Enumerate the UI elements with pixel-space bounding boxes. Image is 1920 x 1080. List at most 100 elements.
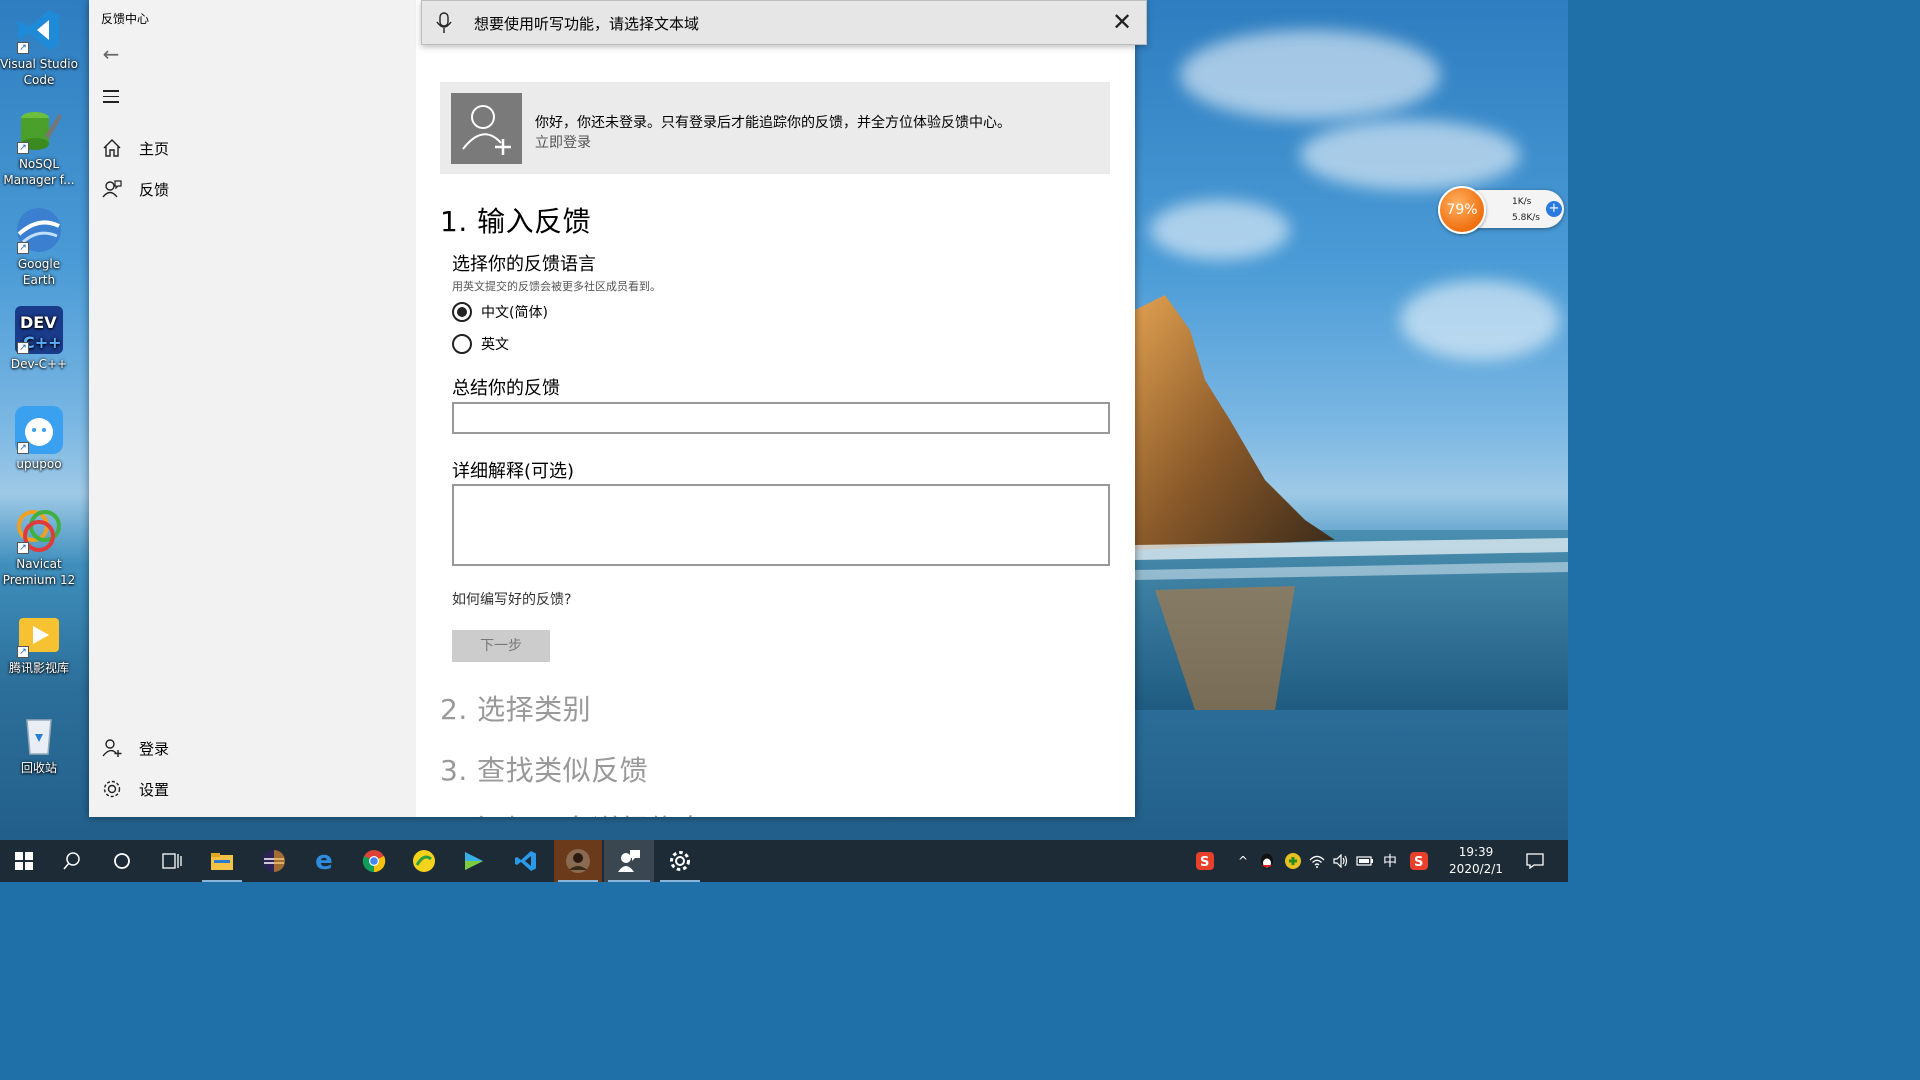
details-textarea[interactable] [452,484,1110,566]
step-4-heading: 4. 添加更多详细信息 [440,808,705,817]
close-icon: ✕ [1111,8,1133,36]
navicat-icon: ↗ [15,506,63,554]
clock-time: 19:39 [1458,845,1494,859]
action-center-button[interactable] [1520,840,1550,882]
radio-unselected-icon [452,334,472,354]
language-hint: 用英文提交的反馈会被更多社区成员看到。 [452,280,661,293]
plus-icon[interactable]: + [1546,201,1562,217]
show-hidden-icons-button[interactable]: ^ [1232,840,1254,882]
devcpp-icon: DEV C++ ↗ [15,306,63,354]
radio-english[interactable]: 英文 [452,334,509,354]
cortana-icon [114,853,130,869]
search-button[interactable] [48,840,96,882]
summary-label: 总结你的反馈 [452,378,560,399]
main-content: 你好，你还未登录。只有登录后才能追踪你的反馈，并全方位体验反馈中心。 立即登录 … [416,0,1135,817]
feedback-person-icon [101,178,123,200]
summary-input[interactable] [452,402,1110,434]
qq-tray-icon[interactable] [1256,840,1278,882]
back-arrow-icon: ← [102,42,120,66]
sogou-tray-icon[interactable]: S [1192,840,1218,882]
desktop-icon-label: Google Earth [17,257,61,287]
desktop-icon-label: 回收站 [20,761,57,775]
desktop-icon-vscode[interactable]: ↗ Visual Studio Code [0,6,78,88]
help-link[interactable]: 如何编写好的反馈? [452,589,571,609]
desktop-icon-upupoo[interactable]: ↗ upupoo [0,406,78,472]
eclipse-icon [263,850,285,872]
taskbar-settings[interactable] [656,840,704,882]
security-tray-icon[interactable] [1282,840,1304,882]
desktop-icon-label: Navicat Premium 12 [2,557,76,587]
net-speed-widget[interactable]: 79% 1K/s 5.8K/s + [1438,186,1566,234]
vscode-icon: ↗ [15,6,63,54]
svg-text:S: S [1200,855,1209,870]
desktop-icon-label: NoSQL Manager f... [3,157,75,187]
desktop-icon-recycle-bin[interactable]: 回收站 [0,710,78,776]
taskbar-eclipse[interactable] [250,840,298,882]
sidebar-item-settings[interactable]: 设置 [89,769,416,809]
notification-icon [1526,853,1544,869]
media-player-icon [465,852,483,870]
sidebar-item-home[interactable]: 主页 [89,128,416,168]
dictation-message: 想要使用听写功能，请选择文本域 [474,15,700,33]
taskbar-media-player[interactable] [450,840,498,882]
qq-browser-icon [413,850,435,872]
volume-tray-icon[interactable] [1330,840,1352,882]
details-label: 详细解释(可选) [452,461,575,482]
desktop-icon-google-earth[interactable]: ↗ Google Earth [0,206,78,288]
start-button[interactable] [0,840,48,882]
cortana-button[interactable] [98,840,146,882]
taskbar-feedback-hub[interactable] [604,840,654,882]
tencent-video-icon: ↗ [15,610,63,658]
hamburger-menu-button[interactable] [97,86,125,112]
desktop-icon-label: upupoo [16,457,62,471]
download-speed: 5.8K/s [1512,213,1540,223]
language-heading: 选择你的反馈语言 [452,254,596,275]
desktop-icon-tencent-video[interactable]: ↗ 腾讯影视库 [0,610,78,676]
upupoo-icon: ↗ [15,406,63,454]
windows-logo-icon [15,852,33,870]
edge-icon: e [315,846,333,876]
step-3-heading: 3. 查找类似反馈 [440,754,649,787]
sidebar-item-label: 主页 [139,139,170,158]
desktop-icon-nosql[interactable]: ↗ NoSQL Manager f... [0,106,78,188]
signin-message: 你好，你还未登录。只有登录后才能追踪你的反馈，并全方位体验反馈中心。 [535,115,1011,131]
taskbar-avatar-app[interactable] [554,840,602,882]
step-2-heading: 2. 选择类别 [440,693,592,726]
ime-indicator[interactable]: 中 [1378,840,1402,882]
signin-banner: 你好，你还未登录。只有登录后才能追踪你的反馈，并全方位体验反馈中心。 立即登录 [440,82,1110,174]
sidebar-item-feedback[interactable]: 反馈 [89,169,416,209]
back-button[interactable]: ← [97,40,125,68]
vscode-icon [515,851,536,871]
recycle-bin-icon [15,710,63,758]
battery-tray-icon[interactable] [1354,840,1376,882]
feedback-hub-icon [618,850,640,872]
taskbar-clock[interactable]: 19:39 2020/2/1 [1440,844,1512,878]
chrome-icon [362,850,386,873]
signin-link[interactable]: 立即登录 [535,132,591,152]
desktop-icon-devcpp[interactable]: DEV C++ ↗ Dev-C++ [0,306,78,372]
cpu-usage-ball[interactable]: 79% [1438,186,1486,234]
taskbar-chrome[interactable] [350,840,398,882]
taskbar-file-explorer[interactable] [198,840,246,882]
user-add-icon [101,737,123,759]
task-view-button[interactable] [148,840,196,882]
feedback-hub-window: 反馈中心 ← 主页 反馈 登录 设置 你好，你还未登录。只有登录后才能追踪你的反… [89,0,1135,817]
sogou-ime-icon[interactable]: S [1406,840,1432,882]
taskbar: e S ^ 中 S 19:39 2020/2/1 [0,840,1568,882]
next-button[interactable]: 下一步 [452,630,550,662]
close-button[interactable]: ✕ [1108,9,1136,37]
taskbar-vscode[interactable] [502,840,550,882]
radio-label: 中文(简体) [481,305,548,321]
radio-selected-icon [452,302,472,322]
gear-icon [101,778,123,800]
radio-chinese[interactable]: 中文(简体) [452,302,548,322]
wifi-tray-icon[interactable] [1306,840,1328,882]
taskbar-edge[interactable]: e [300,840,348,882]
taskbar-qq-browser[interactable] [400,840,448,882]
radio-label: 英文 [481,337,509,353]
desktop-icon-navicat[interactable]: ↗ Navicat Premium 12 [0,506,78,588]
home-icon [101,137,123,159]
step-1-heading: 1. 输入反馈 [440,205,592,238]
task-view-icon [162,853,182,869]
sidebar-item-signin[interactable]: 登录 [89,728,416,768]
